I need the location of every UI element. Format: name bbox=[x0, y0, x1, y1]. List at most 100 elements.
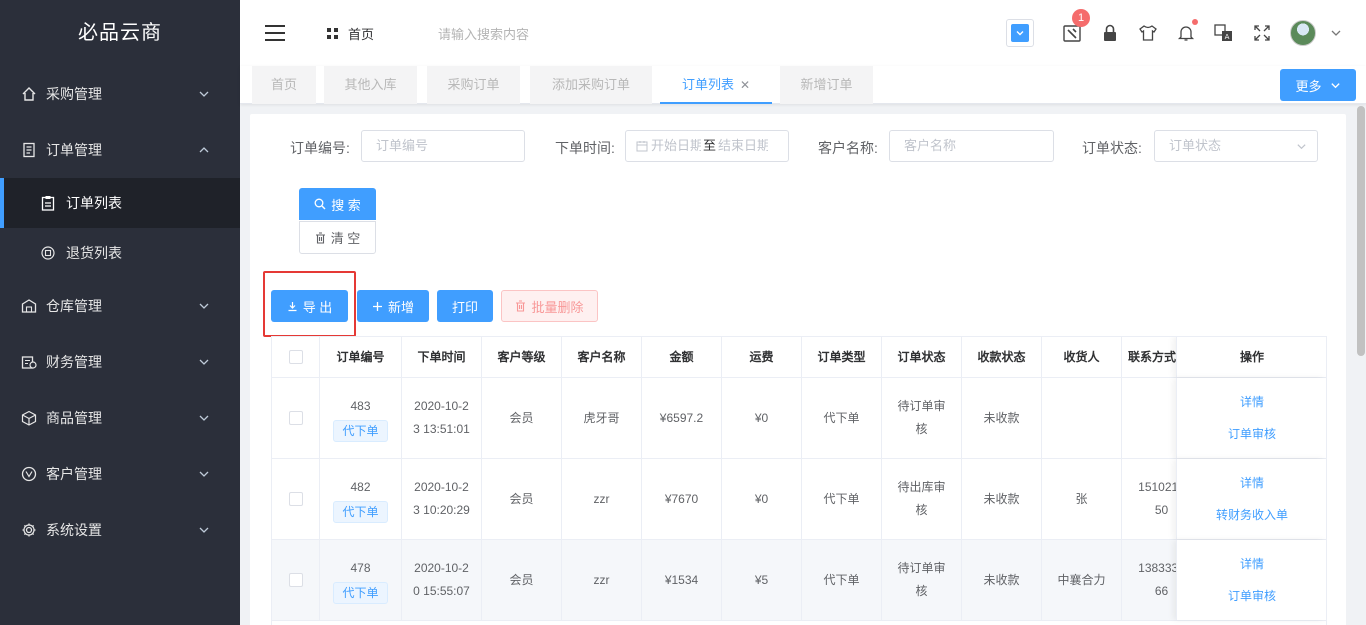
layout-select-icon[interactable] bbox=[1006, 19, 1034, 47]
chevron-down-icon[interactable] bbox=[1326, 23, 1346, 43]
tab-add-purchase-order[interactable]: 添加采购订单 bbox=[530, 66, 652, 104]
chevron-down-icon bbox=[199, 527, 209, 533]
tab-order-list[interactable]: 订单列表 ✕ bbox=[660, 66, 772, 104]
batch-delete-button-label: 批量删除 bbox=[531, 299, 584, 315]
add-button-label: 新增 bbox=[387, 299, 414, 315]
receiver-cell bbox=[1042, 378, 1122, 458]
order-time-range[interactable]: 开始日期 至 结束日期 bbox=[625, 130, 789, 162]
batch-delete-button[interactable]: 批量删除 bbox=[501, 290, 598, 322]
col-header[interactable]: 金额 bbox=[642, 337, 722, 377]
sidebar-item-warehouse[interactable]: 仓库管理 bbox=[0, 278, 240, 334]
col-header[interactable]: 订单类型 bbox=[802, 337, 882, 377]
row-checkbox[interactable] bbox=[288, 573, 303, 587]
clear-button[interactable]: 清 空 bbox=[299, 221, 376, 254]
to-finance-income-link[interactable]: 转财务收入单 bbox=[1216, 499, 1288, 531]
order-status-select[interactable]: 订单状态 bbox=[1154, 130, 1318, 162]
clear-button-label: 清 空 bbox=[330, 231, 361, 246]
sidebar-item-label: 系统设置 bbox=[46, 522, 102, 538]
warehouse-icon bbox=[20, 297, 38, 315]
detail-link[interactable]: 详情 bbox=[1240, 467, 1264, 499]
tab-home[interactable]: 首页 bbox=[252, 66, 316, 104]
row-checkbox[interactable] bbox=[288, 492, 303, 506]
tab-other-inbound[interactable]: 其他入库 bbox=[324, 66, 417, 104]
amount-cell: ¥6597.2 bbox=[642, 378, 722, 458]
sidebar-item-customers[interactable]: 客户管理 bbox=[0, 446, 240, 502]
sidebar-item-finance[interactable]: 财务管理 bbox=[0, 334, 240, 390]
payment-status-cell: 未收款 bbox=[962, 378, 1042, 458]
order-status-cell: 待订单审 核 bbox=[882, 378, 962, 458]
tab-purchase-order[interactable]: 采购订单 bbox=[427, 66, 520, 104]
page-scrollbar-thumb[interactable] bbox=[1357, 106, 1365, 356]
order-status-placeholder: 订单状态 bbox=[1169, 138, 1222, 153]
tool-notification-icon[interactable]: 1 bbox=[1062, 9, 1090, 43]
export-highlight-box bbox=[263, 271, 356, 337]
col-header[interactable]: 订单状态 bbox=[882, 337, 962, 377]
customer-name-label: 客户名称: bbox=[818, 140, 878, 156]
order-no-input[interactable]: 订单编号 bbox=[361, 130, 525, 162]
fullscreen-icon[interactable] bbox=[1252, 23, 1272, 43]
order-no-cell: 478 代下单 bbox=[320, 540, 402, 620]
order-status-line1: 待订单审 bbox=[897, 399, 946, 413]
translate-icon[interactable]: A bbox=[1214, 23, 1234, 43]
close-icon[interactable]: ✕ bbox=[740, 78, 750, 92]
add-button[interactable]: 新增 bbox=[357, 290, 429, 322]
house-icon bbox=[20, 85, 38, 103]
customer-name-input[interactable]: 客户名称 bbox=[889, 130, 1054, 162]
sidebar-subitem-return-list[interactable]: 退货列表 bbox=[0, 228, 240, 278]
col-header[interactable]: 客户名称 bbox=[562, 337, 642, 377]
grid-icon bbox=[327, 27, 338, 39]
row-checkbox[interactable] bbox=[288, 411, 303, 425]
table-row[interactable]: 483 代下单 2020-10-2 3 13:51:01 会员 虎牙哥 ¥659… bbox=[272, 378, 1326, 459]
user-avatar[interactable] bbox=[1290, 20, 1316, 46]
lock-icon[interactable] bbox=[1100, 23, 1120, 43]
order-status-label: 订单状态: bbox=[1082, 140, 1142, 156]
freight-cell: ¥0 bbox=[722, 459, 802, 539]
bell-icon[interactable] bbox=[1176, 19, 1198, 43]
col-header[interactable]: 收货人 bbox=[1042, 337, 1122, 377]
search-button[interactable]: 搜 索 bbox=[299, 188, 376, 220]
sidebar-subitem-label: 订单列表 bbox=[66, 195, 122, 211]
sidebar-item-purchase[interactable]: 采购管理 bbox=[0, 66, 240, 122]
select-all-checkbox[interactable] bbox=[288, 350, 303, 364]
ops-cell: 详情 订单审核 bbox=[1176, 378, 1326, 458]
sidebar-item-products[interactable]: 商品管理 bbox=[0, 390, 240, 446]
col-header[interactable]: 下单时间 bbox=[402, 337, 482, 377]
sidebar-subitem-order-list[interactable]: 订单列表 bbox=[0, 178, 240, 228]
detail-link[interactable]: 详情 bbox=[1240, 548, 1264, 580]
amount-cell: ¥1534 bbox=[642, 540, 722, 620]
shirt-icon[interactable] bbox=[1138, 23, 1158, 43]
order-status-cell: 待订单审 核 bbox=[882, 540, 962, 620]
order-no-cell: 482 代下单 bbox=[320, 459, 402, 539]
sidebar-item-orders[interactable]: 订单管理 bbox=[0, 122, 240, 178]
search-icon bbox=[314, 198, 326, 210]
end-date-input[interactable]: 结束日期 bbox=[718, 131, 768, 161]
order-review-link[interactable]: 订单审核 bbox=[1228, 418, 1276, 450]
breadcrumb[interactable]: 首页 bbox=[327, 24, 374, 43]
header-search-input[interactable]: 请输入搜索内容 bbox=[438, 24, 529, 43]
chevron-down-icon bbox=[1297, 144, 1306, 150]
col-header[interactable]: 客户等级 bbox=[482, 337, 562, 377]
print-button[interactable]: 打印 bbox=[437, 290, 493, 322]
more-tabs-button[interactable]: 更多 bbox=[1280, 69, 1356, 101]
table-row[interactable]: 482 代下单 2020-10-2 3 10:20:29 会员 zzr ¥767… bbox=[272, 459, 1326, 540]
chevron-down-icon bbox=[1330, 82, 1340, 88]
tab-new-order[interactable]: 新增订单 bbox=[780, 66, 873, 104]
row-select-cell bbox=[272, 459, 320, 539]
order-no: 483 bbox=[350, 398, 371, 413]
return-icon bbox=[40, 245, 56, 261]
chevron-down-icon bbox=[199, 303, 209, 309]
sidebar-item-settings[interactable]: 系统设置 bbox=[0, 502, 240, 558]
col-header[interactable]: 收款状态 bbox=[962, 337, 1042, 377]
print-button-label: 打印 bbox=[451, 299, 478, 315]
detail-link[interactable]: 详情 bbox=[1240, 386, 1264, 418]
start-date-input[interactable]: 开始日期 bbox=[651, 131, 701, 161]
col-header[interactable]: 订单编号 bbox=[320, 337, 402, 377]
ops-cell: 详情 订单审核 bbox=[1176, 540, 1326, 620]
freight-cell: ¥5 bbox=[722, 540, 802, 620]
table-row[interactable]: 478 代下单 2020-10-2 0 15:55:07 会员 zzr ¥153… bbox=[272, 540, 1326, 621]
col-header[interactable]: 运费 bbox=[722, 337, 802, 377]
order-review-link[interactable]: 订单审核 bbox=[1228, 580, 1276, 612]
hamburger-menu-icon[interactable] bbox=[265, 25, 285, 41]
sidebar-item-label: 商品管理 bbox=[46, 410, 102, 426]
order-time-line1: 2020-10-2 bbox=[414, 399, 469, 413]
